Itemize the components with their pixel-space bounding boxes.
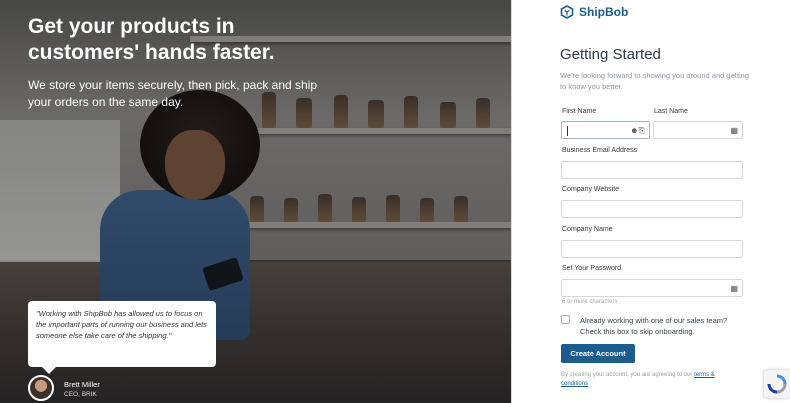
autofill-list-icon[interactable]: ▦ [730, 284, 738, 294]
hero-headline: Get your products in customers' hands fa… [28, 15, 275, 64]
shipbob-logo-icon [560, 5, 574, 19]
text-caret [567, 126, 568, 136]
website-label: Company Website [562, 186, 620, 193]
brand-name: ShipBob [579, 5, 629, 19]
create-account-button[interactable]: Create Account [561, 344, 635, 363]
skip-onboarding-checkbox[interactable] [561, 315, 570, 324]
first-name-label: First Name [562, 108, 597, 115]
password-field[interactable]: ▦ [561, 279, 743, 297]
autofill-contact-icon[interactable]: ☻⎘ [630, 126, 645, 136]
recaptcha-icon [767, 374, 787, 394]
form-title: Getting Started [560, 46, 661, 63]
author-name: Brett Miller [64, 380, 100, 389]
author-role: CEO, BRIK [64, 391, 97, 398]
recaptcha-badge[interactable] [764, 370, 790, 398]
terms-text: By creating your account, you are agreei… [561, 371, 731, 388]
skip-onboarding-label[interactable]: Already working with one of our sales te… [580, 315, 745, 337]
company-field[interactable] [561, 240, 743, 258]
hero-section: Get your products in customers' hands fa… [0, 0, 511, 403]
form-intro: We're looking forward to showing you aro… [560, 71, 749, 91]
email-field[interactable] [561, 161, 743, 179]
terms-prefix: By creating your account, you are agreei… [561, 372, 695, 378]
hero-subheadline: We store your items securely, then pick,… [28, 78, 318, 109]
testimonial-quote: "Working with ShipBob has allowed us to … [28, 301, 216, 374]
autofill-list-icon[interactable]: ▦ [730, 126, 738, 136]
company-label: Company Name [562, 226, 613, 233]
last-name-field[interactable]: ▦ [653, 121, 743, 139]
website-field[interactable] [561, 200, 743, 218]
testimonial-author: Brett Miller CEO, BRIK [64, 380, 100, 400]
first-name-field[interactable]: ☻⎘ [561, 121, 650, 139]
password-label: Set Your Password [562, 265, 622, 272]
password-hint: 6 or more characters [562, 299, 618, 305]
last-name-label: Last Name [654, 108, 688, 115]
signup-panel: ShipBob Getting Started We're looking fo… [511, 0, 790, 403]
avatar [28, 375, 54, 401]
email-label: Business Email Address [562, 147, 638, 154]
brand-logo[interactable]: ShipBob [560, 5, 628, 19]
